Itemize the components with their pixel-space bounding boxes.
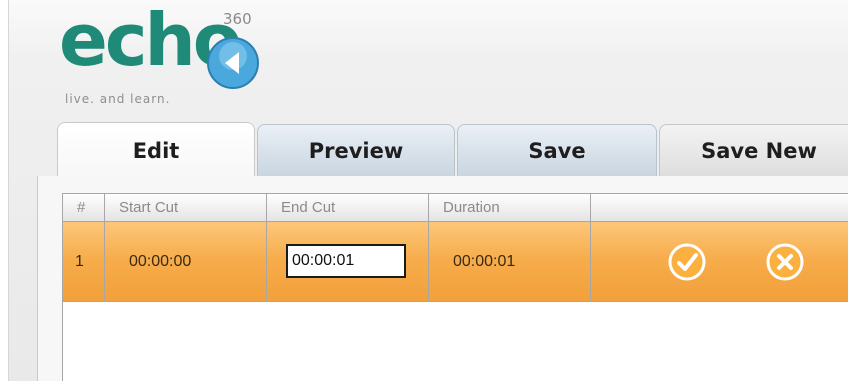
close-x-icon[interactable] — [765, 242, 805, 282]
table-row[interactable]: 1 00:00:00 00:00:01 — [63, 222, 848, 302]
duration-value: 00:00:01 — [429, 222, 591, 301]
column-header-end-cut: End Cut — [267, 194, 429, 221]
end-cut-input[interactable] — [286, 244, 406, 278]
start-cut-value: 00:00:00 — [105, 222, 267, 301]
tab-save[interactable]: Save — [457, 124, 657, 176]
checkmark-icon[interactable] — [667, 242, 707, 282]
row-actions — [591, 222, 848, 301]
logo-tagline: live. and learn. — [65, 92, 171, 106]
logo-superscript: 360 — [223, 10, 252, 28]
end-cut-cell — [267, 222, 429, 301]
column-header-duration: Duration — [429, 194, 591, 221]
column-header-start-cut: Start Cut — [105, 194, 267, 221]
echo360-logo: echo 360 live. and learn. — [59, 4, 279, 110]
row-index: 1 — [63, 222, 105, 301]
edit-panel: # Start Cut End Cut Duration 1 00:00:00 … — [37, 176, 848, 381]
column-header-actions — [591, 194, 848, 221]
tab-preview[interactable]: Preview — [257, 124, 455, 176]
column-header-index: # — [63, 194, 105, 221]
play-icon — [207, 37, 259, 89]
cuts-table: # Start Cut End Cut Duration 1 00:00:00 … — [62, 193, 848, 381]
tab-save-new[interactable]: Save New — [659, 124, 848, 176]
app-frame: echo 360 live. and learn. Edit Preview S… — [8, 0, 848, 381]
table-header: # Start Cut End Cut Duration — [63, 194, 848, 222]
tab-edit[interactable]: Edit — [57, 122, 255, 178]
tab-bar: Edit Preview Save Save New — [37, 118, 848, 178]
